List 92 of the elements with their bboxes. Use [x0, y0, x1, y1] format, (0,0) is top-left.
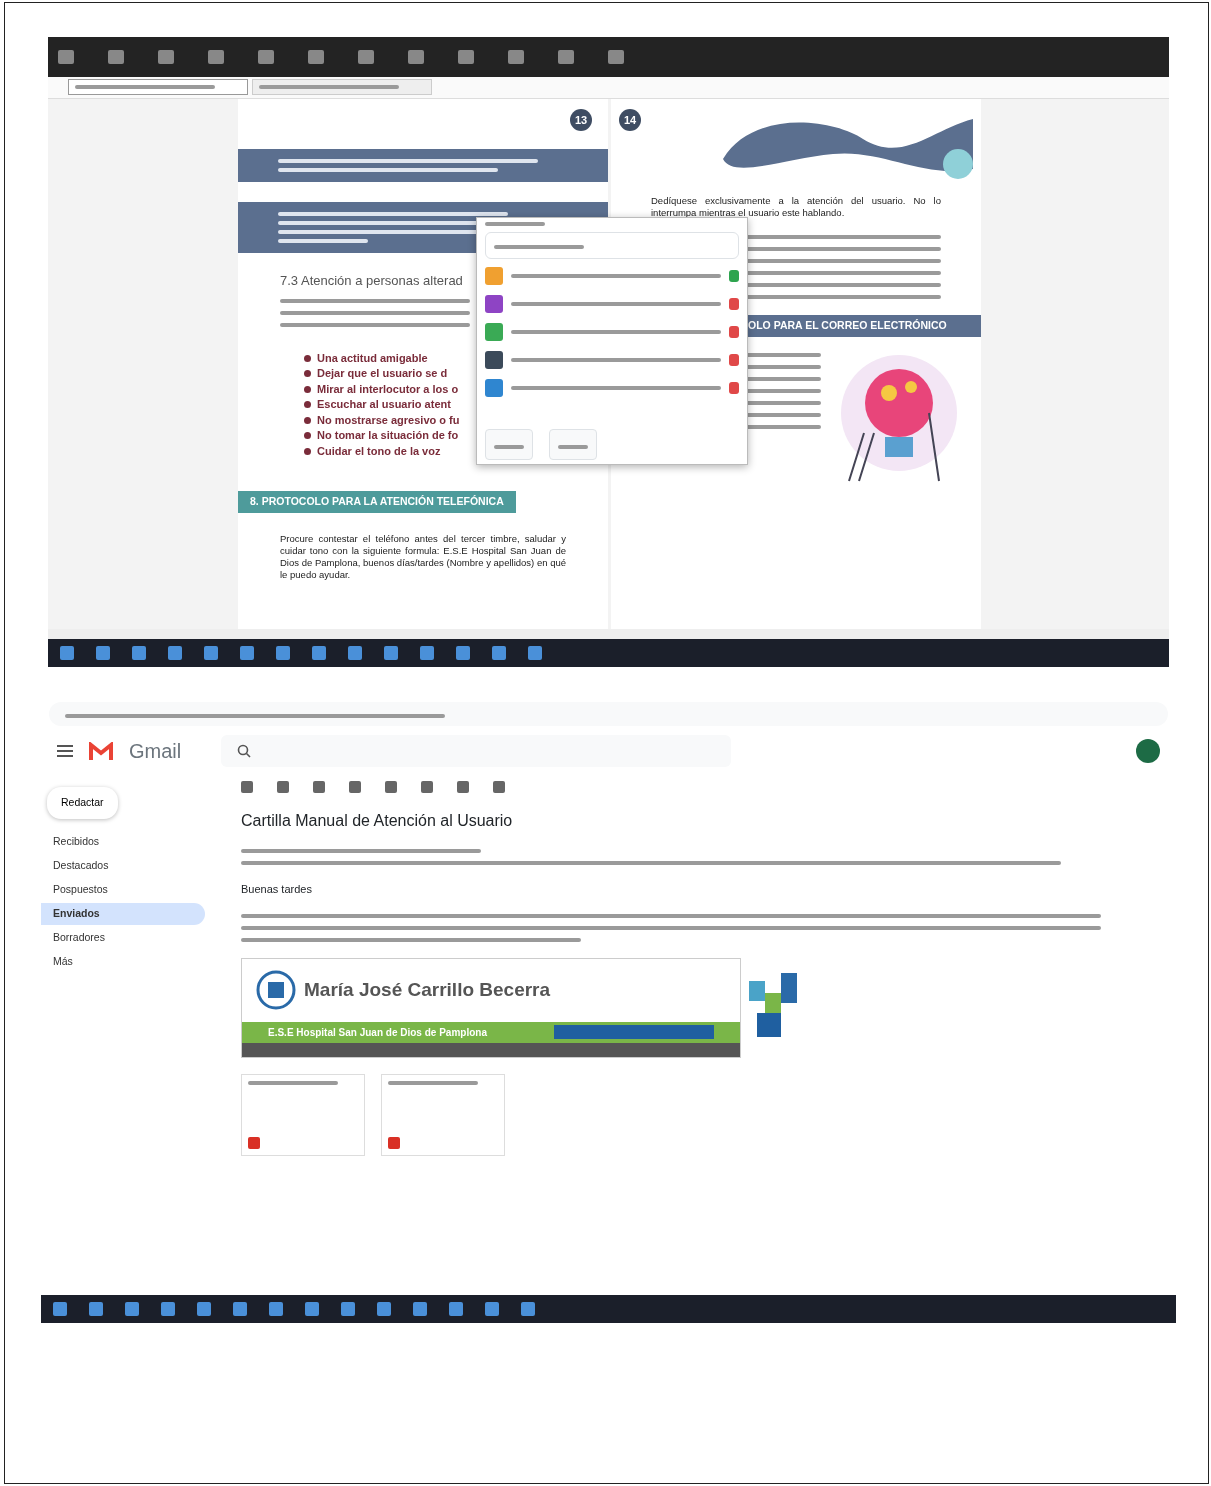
taskbar-icon[interactable] — [341, 1302, 355, 1316]
folder-item[interactable]: Más — [41, 950, 205, 973]
taskbar-icon[interactable] — [60, 646, 74, 660]
muted-microphone-icon[interactable] — [729, 353, 739, 366]
toolbar-icon[interactable] — [385, 781, 397, 793]
email-subject: Cartilla Manual de Atención al Usuario — [241, 811, 514, 831]
bullet-icon — [304, 432, 311, 440]
microphone-icon[interactable] — [729, 269, 739, 282]
taskbar-icon[interactable] — [161, 1302, 175, 1316]
participant-row[interactable] — [485, 292, 739, 315]
invite-button[interactable] — [485, 429, 533, 460]
signature-name: María José Carrillo Becerra — [304, 977, 551, 1002]
taskbar-icon[interactable] — [125, 1302, 139, 1316]
bullet-text: Mirar al interlocutor a los o — [317, 381, 459, 397]
organization-name: E.S.E Hospital San Juan de Dios de Pamplona — [268, 1025, 487, 1040]
pdf-icon — [388, 1136, 400, 1149]
muted-microphone-icon[interactable] — [729, 381, 739, 394]
bullet-icon — [304, 385, 311, 393]
bullet-text: No tomar la situación de fo — [317, 428, 459, 443]
section-heading: 7.3 Atención a personas alterad — [279, 272, 464, 290]
search-field[interactable] — [485, 232, 739, 259]
app-name: Gmail — [129, 739, 182, 764]
taskbar-icon[interactable] — [269, 1302, 283, 1316]
text-line-drawing — [485, 222, 545, 226]
bullet-text: No mostrarse agresivo o fu — [317, 412, 460, 428]
taskbar-icon[interactable] — [377, 1302, 391, 1316]
taskbar-icon[interactable] — [312, 646, 326, 660]
toolbar-icon[interactable] — [457, 781, 469, 793]
search-field[interactable] — [221, 735, 732, 767]
taskbar-icon[interactable] — [348, 646, 362, 660]
document-tab[interactable] — [252, 79, 432, 95]
taskbar-icon[interactable] — [485, 1302, 499, 1316]
bullet-text: Cuidar el tono de la voz — [317, 443, 441, 459]
toolbar-icon[interactable] — [241, 781, 253, 793]
page-number: 13 — [570, 109, 592, 131]
folder-item[interactable]: Borradores — [41, 926, 205, 949]
bullet-text: Escuchar al usuario atent — [317, 397, 451, 412]
muted-microphone-icon[interactable] — [729, 325, 739, 338]
toolbar-icon[interactable] — [421, 781, 433, 793]
compose-button[interactable]: Redactar — [47, 787, 118, 819]
taskbar-icon[interactable] — [305, 1302, 319, 1316]
folder-item[interactable]: Destacados — [41, 854, 205, 877]
bullet-text: Dejar que el usuario se d — [317, 366, 448, 381]
taskbar-icon[interactable] — [492, 646, 506, 660]
taskbar-icon[interactable] — [420, 646, 434, 660]
toolbar-icon[interactable] — [313, 781, 325, 793]
taskbar-icon[interactable] — [449, 1302, 463, 1316]
folder-item[interactable]: Recibidos — [41, 830, 205, 853]
taskbar-icon[interactable] — [233, 1302, 247, 1316]
folder-item[interactable]: Pospuestos — [41, 878, 205, 901]
participant-row[interactable] — [485, 348, 739, 371]
menu-icon[interactable] — [57, 745, 73, 757]
attachment-thumbnail[interactable] — [241, 1073, 365, 1156]
bullet-icon — [304, 370, 311, 378]
taskbar-icon[interactable] — [528, 646, 542, 660]
bullet-icon — [304, 416, 311, 424]
paragraph: Procure contestar el teléfono antes del tercer timbre, saludar y cuidar tono con la siguiente formula: E.S.E Hospital San Juan de Dios de Pamplona, buenos días/tardes (Nombre y apellidos) en qué le puedo ayudar. — [279, 532, 567, 581]
toolbar-icon[interactable] — [493, 781, 505, 793]
taskbar-icon[interactable] — [168, 646, 182, 660]
section-title: 8. PROTOCOLO PARA LA ATENCIÓN TELEFÓNICA — [238, 491, 516, 513]
taskbar-icon[interactable] — [240, 646, 254, 660]
taskbar-icon[interactable] — [89, 1302, 103, 1316]
attachment-thumbnail[interactable] — [381, 1073, 505, 1156]
taskbar-icon[interactable] — [197, 1302, 211, 1316]
bullet-icon — [304, 401, 311, 409]
bullet-icon — [304, 447, 311, 455]
account-avatar-icon[interactable] — [1136, 739, 1160, 763]
taskbar-icon[interactable] — [132, 646, 146, 660]
taskbar-icon[interactable] — [276, 646, 290, 660]
document-tab[interactable] — [68, 79, 248, 95]
paragraph: Dedíquese exclusivamente a la atención del usuario. No lo interrumpa mientras el usuario este hablando. — [650, 195, 942, 219]
bullet-icon — [304, 354, 311, 362]
taskbar-icon[interactable] — [53, 1302, 67, 1316]
mute-all-button[interactable] — [549, 429, 597, 460]
search-icon[interactable] — [237, 744, 252, 758]
bullet-text: Una actitud amigable — [317, 350, 428, 366]
taskbar-icon[interactable] — [521, 1302, 535, 1316]
toolbar-icon[interactable] — [349, 781, 361, 793]
taskbar-icon[interactable] — [413, 1302, 427, 1316]
greeting-text: Buenas tardes — [241, 882, 313, 897]
participant-row[interactable] — [485, 376, 739, 399]
taskbar-icon[interactable] — [456, 646, 470, 660]
taskbar-icon[interactable] — [384, 646, 398, 660]
folder-item[interactable]: Enviados — [41, 902, 205, 925]
page-number: 14 — [619, 109, 641, 131]
mail-logo-icon — [89, 742, 113, 760]
address-field[interactable] — [49, 701, 1168, 727]
taskbar-icon[interactable] — [204, 646, 218, 660]
taskbar-icon[interactable] — [96, 646, 110, 660]
muted-microphone-icon[interactable] — [729, 297, 739, 310]
toolbar-icon[interactable] — [277, 781, 289, 793]
pdf-icon — [248, 1136, 260, 1149]
